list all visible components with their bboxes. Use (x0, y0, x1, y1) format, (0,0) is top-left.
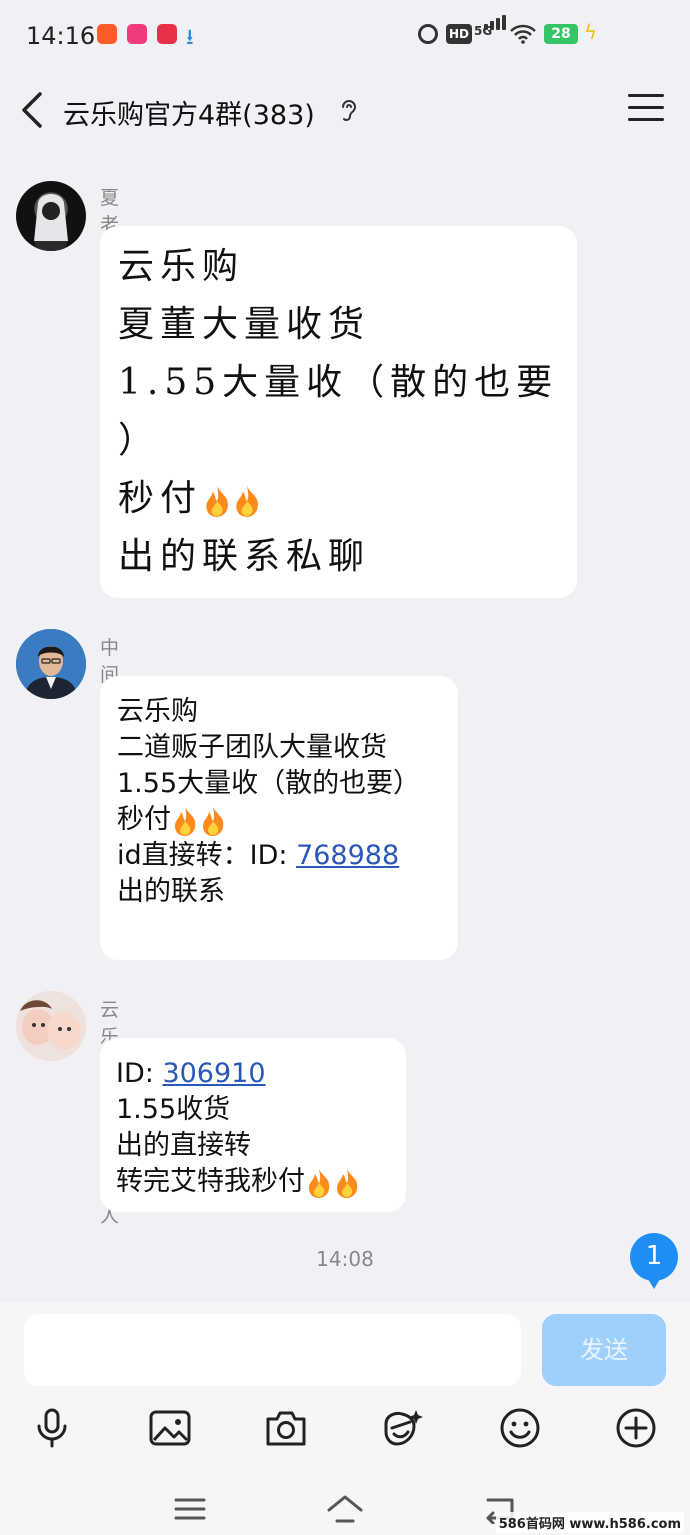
charging-icon: ϟ (584, 20, 598, 44)
fire-emoji-icon (206, 486, 228, 517)
message-line: 二道贩子团队大量收货 (117, 732, 387, 763)
message-line: id直接转：ID: (117, 840, 297, 871)
fire-emoji-icon (203, 806, 224, 836)
message-bubble[interactable]: 云乐购 夏董大量收货 1.55大量收（散的也要 ） 秒付 出的联系私聊 (100, 226, 577, 598)
fire-emoji-icon (236, 486, 258, 517)
message-line-row: 秒付 (118, 470, 577, 528)
status-bar: 14:16 ⭳ HD 5G 28 ϟ (0, 0, 690, 70)
app-notification-icon (97, 24, 117, 44)
back-button[interactable] (16, 90, 50, 130)
message-line: 秒付 (118, 478, 203, 519)
alarm-icon (418, 24, 438, 44)
sticker-icon (384, 1410, 423, 1446)
message-line-row: id直接转：ID: 768988 (117, 838, 458, 874)
message-bubble[interactable]: ID: 306910 1.55收货 出的直接转 转完艾特我秒付 (100, 1038, 406, 1212)
message-line-row: 秒付 (117, 802, 458, 838)
back-arrow-icon (22, 92, 42, 128)
chat-title[interactable]: 云乐购官方4群(383) (63, 93, 315, 132)
menu-icon (628, 94, 664, 97)
wifi-icon (510, 24, 536, 44)
avatar[interactable] (16, 629, 86, 699)
emoji-button[interactable] (498, 1406, 542, 1450)
avatar[interactable] (16, 181, 86, 251)
message-bubble[interactable]: 云乐购 二道贩子团队大量收货 1.55大量收（散的也要） 秒付 id直接转：ID… (100, 676, 458, 960)
download-icon: ⭳ (186, 25, 194, 50)
menu-button[interactable] (628, 94, 664, 126)
voice-button[interactable] (30, 1406, 74, 1450)
sticker-button[interactable] (380, 1406, 424, 1450)
message-line-row: ID: 306910 (116, 1056, 406, 1092)
fire-emoji-icon (175, 806, 196, 836)
message-line: ID: (116, 1058, 163, 1089)
message-line: 1.55收货 (116, 1094, 231, 1125)
message-line: 云乐购 (117, 696, 198, 727)
message-line: 出的联系 (117, 876, 225, 907)
message-line: 夏董大量收货 (118, 304, 371, 345)
message-line: 出的联系私聊 (118, 536, 371, 577)
recents-button[interactable] (170, 1494, 210, 1524)
message-timestamp: 14:08 (316, 1247, 374, 1271)
camera-icon (266, 1411, 306, 1446)
more-button[interactable] (614, 1406, 658, 1450)
message-input[interactable] (24, 1314, 521, 1386)
home-button[interactable] (325, 1494, 365, 1524)
chat-header: 云乐购官方4群(383) (0, 70, 690, 152)
image-icon (149, 1410, 191, 1446)
app-notification-icon (157, 24, 177, 44)
home-icon (327, 1495, 363, 1523)
status-time: 14:16 (26, 22, 96, 50)
message-line: 1.55大量收（散的也要 (118, 362, 559, 403)
message-line: 1.55大量收（散的也要） (117, 768, 421, 799)
message-line: 转完艾特我秒付 (116, 1166, 305, 1197)
send-button[interactable]: 发送 (542, 1314, 666, 1386)
id-link[interactable]: 768988 (296, 840, 399, 871)
message-line-row: 转完艾特我秒付 (116, 1164, 406, 1200)
message-line: 秒付 (117, 804, 171, 835)
emoji-icon (500, 1408, 540, 1448)
ear-mode-icon[interactable] (338, 98, 360, 124)
microphone-icon (37, 1408, 67, 1448)
message-line: 出的直接转 (116, 1130, 251, 1161)
message-line: 云乐购 (118, 246, 245, 287)
hd-icon: HD (446, 24, 473, 44)
battery-icon: 28 (544, 24, 578, 44)
unread-count-badge[interactable]: 1 (630, 1233, 678, 1289)
fire-emoji-icon (337, 1168, 358, 1198)
menu-icon (174, 1498, 206, 1520)
image-button[interactable] (148, 1406, 192, 1450)
watermark: 586首码网 www.h586.com (495, 1512, 684, 1533)
fire-emoji-icon (309, 1168, 330, 1198)
app-notification-icon (127, 24, 147, 44)
composer: 发送 (0, 1302, 690, 1480)
avatar[interactable] (16, 991, 86, 1061)
message-line: ） (118, 420, 161, 461)
camera-button[interactable] (264, 1406, 308, 1450)
id-link[interactable]: 306910 (162, 1058, 265, 1089)
plus-icon (616, 1408, 656, 1448)
